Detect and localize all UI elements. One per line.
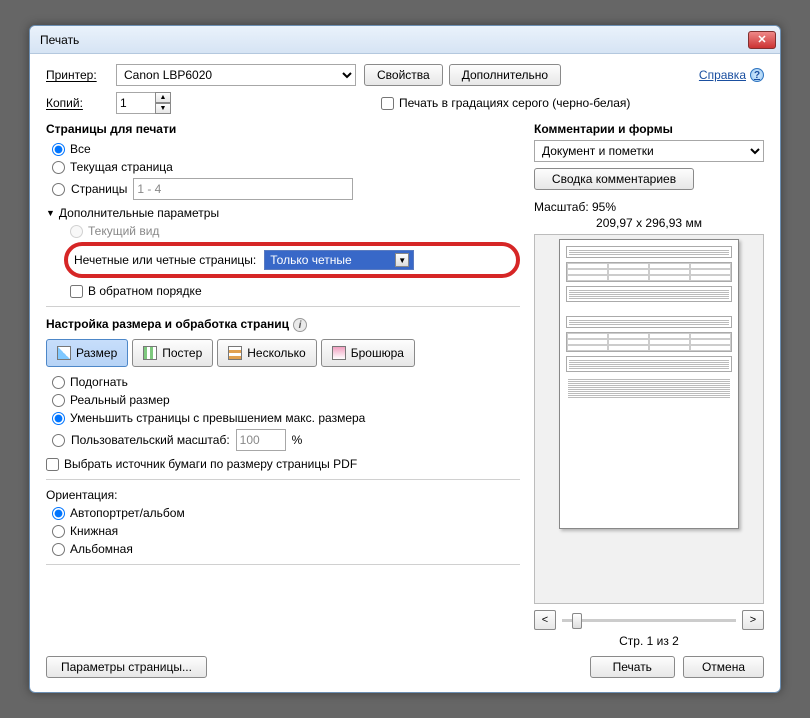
preview-nav: < > (534, 610, 764, 630)
pages-current[interactable]: Текущая страница (52, 160, 520, 174)
sizing-segments: Размер Постер Несколько Брошюра (46, 339, 520, 367)
window-title: Печать (40, 33, 748, 47)
seg-multiple[interactable]: Несколько (217, 339, 316, 367)
close-button[interactable]: ✕ (748, 31, 776, 49)
custom-scale-input[interactable] (236, 429, 286, 451)
orient-portrait[interactable]: Книжная (52, 524, 520, 538)
content-area: Принтер: Canon LBP6020 Свойства Дополнит… (30, 54, 780, 692)
more-params-toggle[interactable]: ▼ Дополнительные параметры (46, 206, 520, 220)
print-dialog: Печать ✕ Принтер: Canon LBP6020 Свойства… (29, 25, 781, 693)
grayscale-input[interactable] (381, 97, 394, 110)
preview-box (534, 234, 764, 604)
odd-even-select[interactable]: Только четные ▼ (264, 250, 414, 270)
footer: Параметры страницы... Печать Отмена (46, 648, 764, 682)
right-column: Комментарии и формы Документ и пометки С… (534, 120, 764, 648)
titlebar: Печать ✕ (30, 26, 780, 54)
cancel-button[interactable]: Отмена (683, 656, 764, 678)
booklet-icon (332, 346, 346, 360)
copies-row: Копий: ▲ ▼ Печать в градациях серого (че… (46, 92, 764, 114)
preview-dims: 209,97 x 296,93 мм (534, 216, 764, 230)
copies-input[interactable] (116, 92, 156, 114)
sizing-title: Настройка размера и обработка страниц (46, 317, 289, 331)
preview-page (559, 239, 739, 529)
shrink-radio[interactable]: Уменьшить страницы с превышением макс. р… (52, 411, 520, 425)
zoom-slider[interactable] (562, 619, 736, 622)
copies-label: Копий: (46, 96, 116, 110)
comments-summary-button[interactable]: Сводка комментариев (534, 168, 694, 190)
info-icon[interactable]: i (293, 318, 307, 332)
page-counter: Стр. 1 из 2 (534, 634, 764, 648)
copies-up[interactable]: ▲ (155, 92, 171, 103)
pages-all[interactable]: Все (52, 142, 520, 156)
printer-select[interactable]: Canon LBP6020 (116, 64, 356, 86)
sizing-header: Настройка размера и обработка страниц i (46, 315, 520, 335)
multiple-icon (228, 346, 242, 360)
page-setup-button[interactable]: Параметры страницы... (46, 656, 207, 678)
actual-radio[interactable]: Реальный размер (52, 393, 520, 407)
pages-range[interactable]: Страницы (52, 178, 520, 200)
chevron-down-icon: ▼ (46, 208, 55, 218)
orient-auto[interactable]: Автопортрет/альбом (52, 506, 520, 520)
printer-label: Принтер: (46, 68, 116, 82)
comments-title: Комментарии и формы (534, 122, 764, 136)
printer-row: Принтер: Canon LBP6020 Свойства Дополнит… (46, 64, 764, 86)
paper-source-checkbox[interactable]: Выбрать источник бумаги по размеру стран… (46, 457, 520, 471)
seg-booklet[interactable]: Брошюра (321, 339, 415, 367)
comments-select[interactable]: Документ и пометки (534, 140, 764, 162)
copies-down[interactable]: ▼ (155, 103, 171, 114)
left-column: Страницы для печати Все Текущая страница… (46, 120, 520, 648)
orient-landscape[interactable]: Альбомная (52, 542, 520, 556)
odd-even-highlight: Нечетные или четные страницы: Только чет… (64, 242, 520, 278)
seg-size[interactable]: Размер (46, 339, 128, 367)
odd-even-label: Нечетные или четные страницы: (74, 253, 256, 267)
odd-even-value: Только четные (270, 253, 351, 267)
copies-spinner[interactable]: ▲ ▼ (116, 92, 171, 114)
poster-icon (143, 346, 157, 360)
orientation-title: Ориентация: (46, 488, 520, 502)
size-icon (57, 346, 71, 360)
help-link[interactable]: Справка ? (699, 68, 764, 82)
help-icon: ? (750, 68, 764, 82)
seg-poster[interactable]: Постер (132, 339, 213, 367)
pages-range-input[interactable] (133, 178, 353, 200)
grayscale-checkbox[interactable]: Печать в градациях серого (черно-белая) (381, 96, 630, 110)
pages-title: Страницы для печати (46, 122, 520, 136)
scale-label: Масштаб: 95% (534, 200, 764, 214)
prev-page-button[interactable]: < (534, 610, 556, 630)
dropdown-arrow-icon: ▼ (395, 253, 409, 267)
properties-button[interactable]: Свойства (364, 64, 443, 86)
help-label: Справка (699, 68, 746, 82)
print-button[interactable]: Печать (590, 656, 675, 678)
fit-radio[interactable]: Подогнать (52, 375, 520, 389)
grayscale-label: Печать в градациях серого (черно-белая) (399, 96, 630, 110)
next-page-button[interactable]: > (742, 610, 764, 630)
slider-thumb[interactable] (572, 613, 582, 629)
reverse-order[interactable]: В обратном порядке (70, 284, 520, 298)
close-icon: ✕ (757, 33, 766, 46)
advanced-button[interactable]: Дополнительно (449, 64, 561, 86)
current-view-radio: Текущий вид (70, 224, 520, 238)
custom-radio[interactable]: Пользовательский масштаб: % (52, 429, 520, 451)
